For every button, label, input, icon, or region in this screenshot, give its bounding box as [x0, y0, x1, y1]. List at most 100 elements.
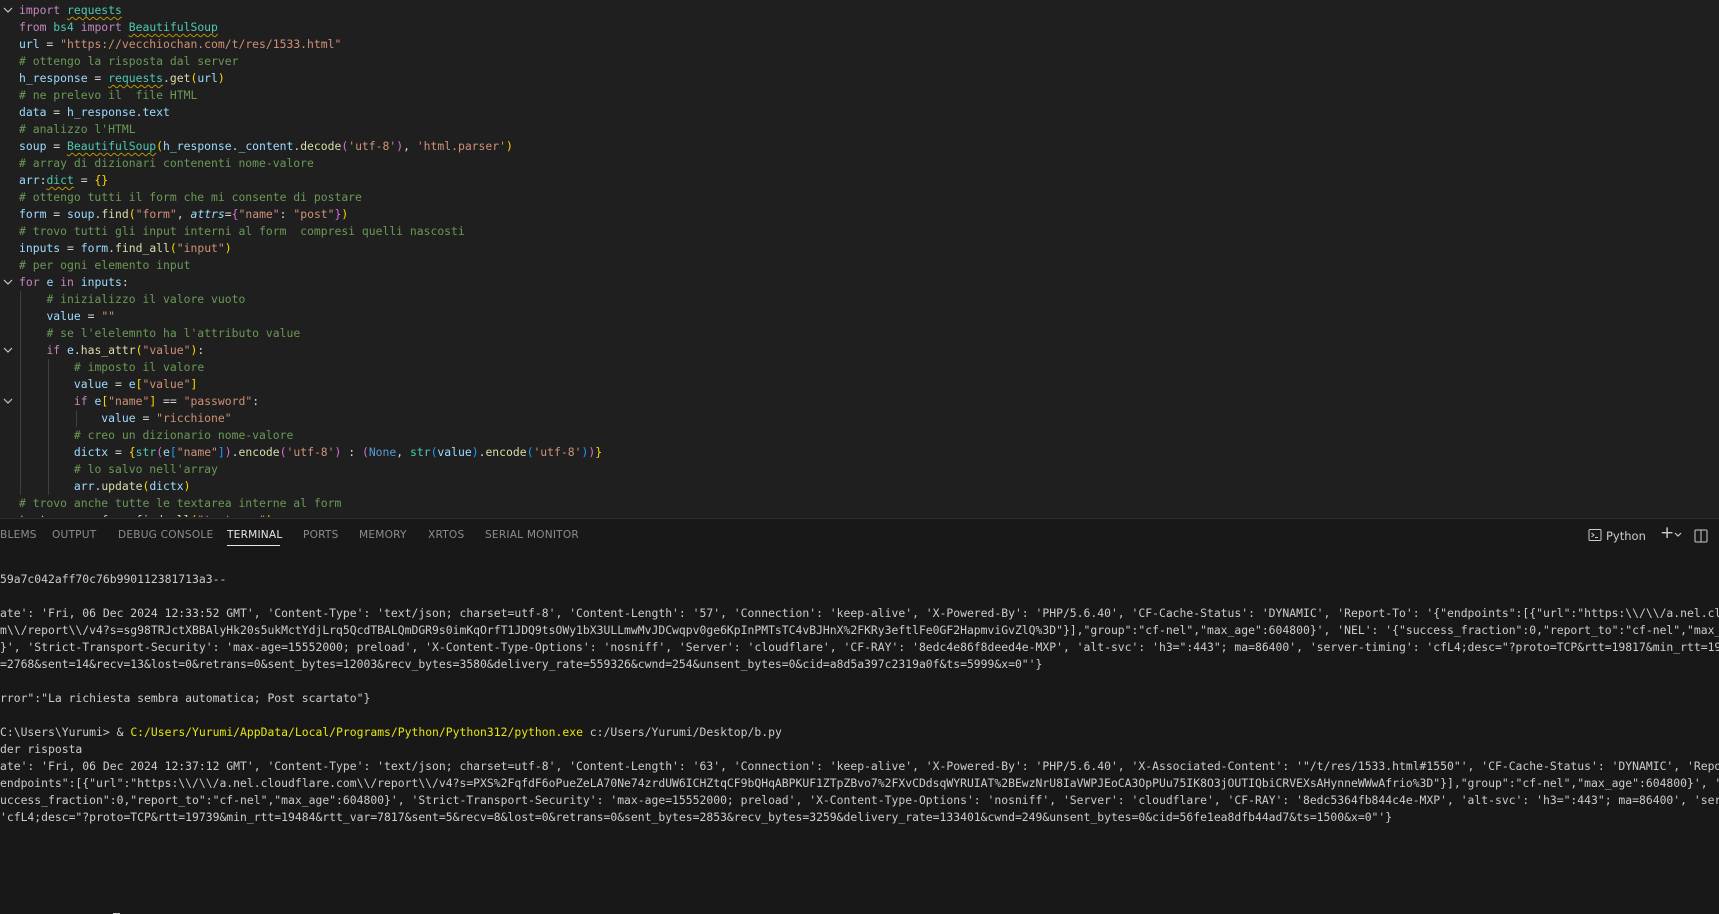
split-terminal-icon[interactable] — [1694, 528, 1710, 544]
code-line[interactable]: url = "https://vecchiochan.com/t/res/153… — [0, 36, 1719, 53]
fold-chevron-down-icon[interactable] — [2, 274, 14, 291]
code-line[interactable]: # creo un dizionario nome-valore — [0, 427, 1719, 444]
code-text: # ottengo la risposta dal server — [19, 53, 238, 70]
terminal-line: endpoints":[{"url":"https:\\/\\/a.nel.cl… — [0, 776, 1719, 790]
tab-output[interactable]: OUTPUT — [52, 529, 96, 541]
code-token: = — [73, 173, 95, 187]
code-line[interactable]: from bs4 import BeautifulSoup — [0, 19, 1719, 36]
code-token: url — [197, 71, 218, 85]
code-editor[interactable]: import requests from bs4 import Beautiful… — [0, 0, 1719, 517]
code-line[interactable]: dictx = {str(e["name"]).encode('utf-8') … — [0, 444, 1719, 461]
tab-xrtos[interactable]: XRTOS — [428, 529, 464, 541]
code-token: : — [341, 445, 362, 459]
code-token: , — [403, 139, 417, 153]
code-line[interactable]: if e["name"] == "password": — [0, 393, 1719, 410]
code-line[interactable]: value = "" — [0, 308, 1719, 325]
code-text: from bs4 import BeautifulSoup — [19, 19, 218, 36]
fold-chevron-down-icon[interactable] — [2, 393, 14, 410]
code-token: inputs — [80, 275, 122, 289]
code-line[interactable]: # inizializzo il valore vuoto — [0, 291, 1719, 308]
code-line[interactable]: h_response = requests.get(url) — [0, 70, 1719, 87]
code-token: h_response — [19, 71, 88, 85]
code-text: value = "ricchione" — [19, 410, 231, 427]
code-token: ) — [217, 71, 225, 85]
code-text: # trovo anche tutte le textarea interne … — [19, 495, 341, 512]
code-line[interactable]: arr:dict = {} — [0, 172, 1719, 189]
code-line[interactable]: data = h_response.text — [0, 104, 1719, 121]
code-token: requests — [108, 71, 164, 85]
code-line[interactable]: # se l'elelemnto ha l'attributo value — [0, 325, 1719, 342]
code-line[interactable]: value = "ricchione" — [0, 410, 1719, 427]
code-line[interactable]: # trovo tutti gli input interni al form … — [0, 223, 1719, 240]
code-token: . — [73, 343, 81, 357]
code-token: _content — [238, 139, 294, 153]
tab-problems[interactable]: BLEMS — [0, 529, 37, 541]
fold-chevron-down-icon[interactable] — [2, 342, 14, 359]
terminal-profile[interactable]: Python — [1588, 525, 1646, 547]
active-tab-indicator — [227, 545, 280, 546]
code-text: # ottengo tutti il form che mi consente … — [19, 189, 362, 206]
code-line[interactable]: soup = BeautifulSoup(h_response._content… — [0, 138, 1719, 155]
code-token: find_all — [136, 513, 191, 517]
code-line[interactable]: inputs = form.find_all("input") — [0, 240, 1719, 257]
code-line[interactable]: for e in inputs: — [0, 274, 1719, 291]
code-token: : — [252, 394, 260, 408]
code-line[interactable]: value = e["value"] — [0, 376, 1719, 393]
code-token: arr — [19, 173, 40, 187]
code-token: "name" — [176, 445, 218, 459]
code-line[interactable]: # ottengo tutti il form che mi consente … — [0, 189, 1719, 206]
code-token: e — [128, 377, 136, 391]
code-token: ) — [183, 479, 191, 493]
code-token: "name" — [108, 394, 150, 408]
code-line[interactable]: # ottengo la risposta dal server — [0, 53, 1719, 70]
code-line[interactable]: textareas = form.find_all("textarea") — [0, 512, 1719, 517]
code-token: update — [101, 479, 143, 493]
code-line[interactable]: # array di dizionari contenenti nome-val… — [0, 155, 1719, 172]
terminal-dropdown-chevron-down-icon[interactable] — [1672, 524, 1686, 544]
tab-debug-console[interactable]: DEBUG CONSOLE — [118, 529, 213, 541]
code-line[interactable]: import requests — [0, 2, 1719, 19]
code-token: e — [163, 445, 170, 459]
code-line[interactable]: # lo salvo nell'array — [0, 461, 1719, 478]
tab-memory[interactable]: MEMORY — [359, 529, 407, 541]
tab-ports[interactable]: PORTS — [303, 529, 339, 541]
code-token: # ottengo la risposta dal server — [19, 54, 239, 68]
code-line[interactable]: arr.update(dictx) — [0, 478, 1719, 495]
code-token: # ottengo tutti il form che mi consente … — [19, 190, 362, 204]
code-text: value = e["value"] — [19, 376, 197, 393]
code-token: e — [67, 343, 74, 357]
code-text: h_response = requests.get(url) — [19, 70, 225, 87]
tab-serial-monitor[interactable]: SERIAL MONITOR — [485, 529, 579, 541]
code-text: # ne prelevo il file HTML — [19, 87, 197, 104]
terminal-prompt-line: C:\Users\Yurumi> & C:/Users/Yurumi/AppDa… — [0, 724, 782, 741]
code-token: "" — [101, 309, 116, 323]
code-line[interactable]: # analizzo l'HTML — [0, 121, 1719, 138]
code-token: None — [368, 445, 397, 459]
code-text: inputs = form.find_all("input") — [19, 240, 232, 257]
code-token: bs4 — [53, 20, 74, 34]
code-line[interactable]: # imposto il valore — [0, 359, 1719, 376]
terminal-profile-label: Python — [1606, 529, 1646, 543]
code-line[interactable]: # per ogni elemento input — [0, 257, 1719, 274]
bottom-panel: BLEMS OUTPUT DEBUG CONSOLE TERMINAL PORT… — [0, 519, 1719, 914]
code-text: # creo un dizionario nome-valore — [19, 427, 293, 444]
terminal-line: uccess_fraction":0,"report_to":"cf-nel",… — [0, 793, 1719, 807]
code-line[interactable]: form = soup.find("form", attrs={"name": … — [0, 206, 1719, 223]
code-token: ) — [266, 513, 273, 517]
code-line[interactable]: # trovo anche tutte le textarea interne … — [0, 495, 1719, 512]
code-token: import — [80, 20, 122, 34]
terminal-output[interactable]: 59a7c042aff70c76b990112381713a3-- ate': '… — [0, 554, 1719, 914]
code-token: if — [73, 394, 88, 408]
code-token: requests — [67, 3, 122, 17]
tab-terminal[interactable]: TERMINAL — [227, 529, 282, 541]
code-token: = — [108, 445, 129, 459]
code-token: # trovo anche tutte le textarea interne … — [19, 496, 342, 510]
code-token: ) — [471, 445, 479, 459]
code-line[interactable]: if e.has_attr("value"): — [0, 342, 1719, 359]
indent-guide — [76, 410, 77, 427]
code-line[interactable]: # ne prelevo il file HTML — [0, 87, 1719, 104]
fold-chevron-down-icon[interactable] — [2, 2, 14, 19]
